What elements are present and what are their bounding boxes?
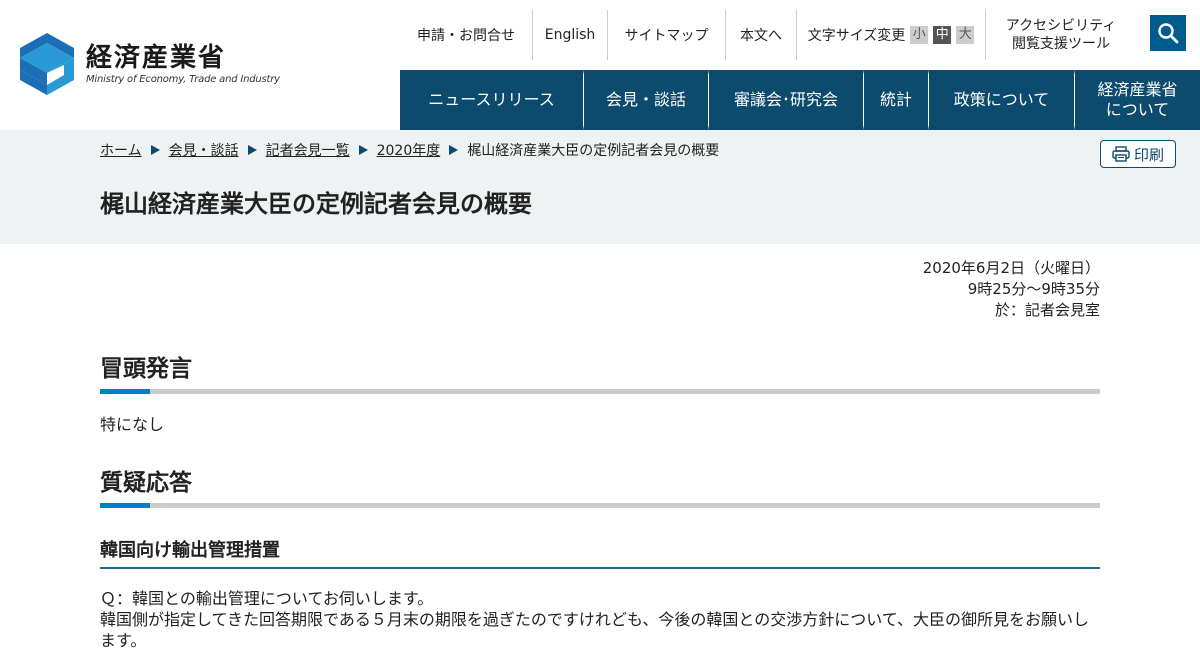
font-size-label: 文字サイズ変更 [807, 28, 906, 44]
breadcrumb-arrow-icon [358, 145, 368, 155]
conference-meta: 2020年6月2日（火曜日） 9時25分～9時35分 於：記者会見室 [100, 258, 1100, 321]
breadcrumb-conference-list[interactable]: 記者会見一覧 [266, 140, 350, 160]
print-label: 印刷 [1133, 145, 1164, 164]
breadcrumb-arrow-icon [449, 145, 459, 155]
breadcrumb: ホーム 会見・談話 記者会見一覧 2020年度 梶山経済産業大臣の定例記者会見の… [100, 140, 719, 160]
meti-logo[interactable]: 経済産業省 Ministry of Economy, Trade and Ind… [20, 33, 280, 95]
search-icon [1158, 23, 1179, 44]
breadcrumb-home[interactable]: ホーム [100, 140, 142, 160]
nav-about-label-1: 経済産業省 [1097, 80, 1178, 99]
english-link[interactable]: English [533, 10, 608, 60]
qa-subheading: 韓国向け輸出管理措置 [100, 536, 1100, 569]
breadcrumb-arrow-icon [150, 145, 160, 155]
opening-heading: 冒頭発言 [100, 349, 1100, 394]
breadcrumb-current: 梶山経済産業大臣の定例記者会見の概要 [467, 143, 720, 159]
accessibility-label-1: アクセシビリティ [1005, 18, 1117, 34]
font-size-medium-button[interactable]: 中 [933, 26, 952, 44]
question-line-1: Ｑ：韓国との輸出管理についてお伺いします。 [100, 589, 434, 608]
font-size-control: 文字サイズ変更 小 中 大 [797, 10, 986, 60]
site-header: 経済産業省 Ministry of Economy, Trade and Ind… [0, 0, 1200, 130]
logo-title: 経済産業省 [86, 42, 227, 73]
nav-councils[interactable]: 審議会･研究会 [709, 70, 864, 130]
print-button[interactable]: 印刷 [1100, 140, 1176, 168]
nav-policy[interactable]: 政策について [929, 70, 1075, 130]
nav-news-release[interactable]: ニュースリリース [400, 70, 584, 130]
question-line-2: 韓国側が指定してきた回答期限である５月末の期限を過ぎたのですけれども、今後の韓国… [100, 610, 1089, 650]
contact-link[interactable]: 申請・お問合せ [400, 10, 533, 60]
logo-subtitle: Ministry of Economy, Trade and Industry [86, 73, 280, 85]
skip-to-content-link[interactable]: 本文へ [726, 10, 797, 60]
title-band: ホーム 会見・談話 記者会見一覧 2020年度 梶山経済産業大臣の定例記者会見の… [0, 130, 1200, 244]
search-button[interactable] [1150, 15, 1186, 51]
font-size-small-button[interactable]: 小 [910, 26, 929, 44]
nav-statistics[interactable]: 統計 [864, 70, 929, 130]
conference-place: 於：記者会見室 [994, 301, 1100, 319]
utility-bar: 申請・お問合せ English サイトマップ 本文へ 文字サイズ変更 小 中 大… [400, 10, 1200, 60]
printer-icon [1112, 146, 1130, 162]
page-title: 梶山経済産業大臣の定例記者会見の概要 [100, 190, 532, 218]
font-size-large-button[interactable]: 大 [956, 26, 975, 44]
main-content: 2020年6月2日（火曜日） 9時25分～9時35分 於：記者会見室 冒頭発言 … [100, 258, 1100, 651]
conference-time: 9時25分～9時35分 [967, 280, 1100, 298]
global-nav: ニュースリリース 会見・談話 審議会･研究会 統計 政策について 経済産業省 に… [400, 70, 1200, 130]
opening-text: 特になし [100, 415, 165, 434]
breadcrumb-arrow-icon [247, 145, 257, 155]
sitemap-link[interactable]: サイトマップ [608, 10, 726, 60]
accessibility-label-2: 閲覧支援ツール [1012, 36, 1110, 52]
nav-about-meti[interactable]: 経済産業省 について [1075, 70, 1200, 130]
conference-date: 2020年6月2日（火曜日） [922, 259, 1100, 277]
meti-logo-icon [20, 33, 74, 95]
qa-heading: 質疑応答 [100, 463, 1100, 508]
breadcrumb-press[interactable]: 会見・談話 [169, 140, 239, 160]
accessibility-tool-link[interactable]: アクセシビリティ 閲覧支援ツール [986, 10, 1136, 60]
nav-press-conference[interactable]: 会見・談話 [584, 70, 709, 130]
breadcrumb-year[interactable]: 2020年度 [377, 140, 441, 160]
nav-about-label-2: について [1105, 100, 1170, 119]
